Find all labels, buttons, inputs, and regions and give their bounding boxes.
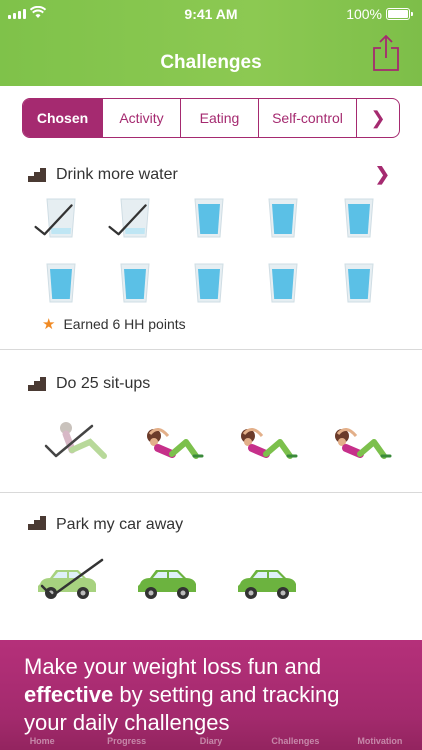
nav-home[interactable]: Home xyxy=(0,730,84,750)
page-title: Challenges xyxy=(160,52,262,73)
challenge-title[interactable]: Do 25 sit-ups xyxy=(56,375,150,393)
nav-diary[interactable]: Diary xyxy=(169,730,253,750)
car-icon[interactable] xyxy=(136,566,198,602)
water-glass[interactable] xyxy=(194,263,224,303)
chevron-right-icon[interactable]: ❯ xyxy=(375,164,390,185)
earned-points: ★ Earned 6 HH points xyxy=(42,315,186,333)
tab-self-control[interactable]: Self-control xyxy=(259,99,357,137)
nav-challenges[interactable]: Challenges xyxy=(253,730,337,750)
nav-progress[interactable]: Progress xyxy=(84,730,168,750)
water-glass-done[interactable] xyxy=(34,198,76,238)
challenge-title[interactable]: Drink more water xyxy=(56,166,178,184)
chevron-right-icon: ❯ xyxy=(370,107,386,128)
tab-eating[interactable]: Eating xyxy=(181,99,259,137)
sit-up-figure[interactable] xyxy=(236,420,304,464)
water-glass[interactable] xyxy=(120,263,150,303)
steps-icon xyxy=(28,377,46,391)
water-glass[interactable] xyxy=(344,198,374,238)
challenge-title[interactable]: Park my car away xyxy=(56,516,183,534)
tab-bar: Home Progress Diary Challenges Motivatio… xyxy=(0,730,422,750)
water-glass[interactable] xyxy=(194,198,224,238)
tabs-next-button[interactable]: ❯ xyxy=(357,99,399,137)
water-glass[interactable] xyxy=(344,263,374,303)
water-glass[interactable] xyxy=(46,263,76,303)
sit-up-figure[interactable] xyxy=(330,420,398,464)
steps-icon xyxy=(28,168,46,182)
earned-points-label: Earned 6 HH points xyxy=(63,316,186,332)
star-icon: ★ xyxy=(42,316,56,333)
sit-up-figure-done[interactable] xyxy=(44,420,114,464)
promo-text: Make your weight loss fun and effective … xyxy=(24,653,404,737)
status-bar: 9:41 AM 100% xyxy=(0,0,422,28)
promo-line-2-rest: by setting and tracking xyxy=(113,682,340,707)
nav-motivation[interactable]: Motivation xyxy=(338,730,422,750)
car-icon[interactable] xyxy=(236,566,298,602)
tab-activity[interactable]: Activity xyxy=(103,99,181,137)
tab-chosen[interactable]: Chosen xyxy=(23,99,103,137)
promo-line-1: Make your weight loss fun and xyxy=(24,654,322,679)
header-bar: 9:41 AM 100% Challenges xyxy=(0,0,422,86)
steps-icon xyxy=(28,516,46,530)
share-icon[interactable] xyxy=(372,34,400,72)
car-icon-done[interactable] xyxy=(36,558,104,602)
water-glass-done[interactable] xyxy=(108,198,150,238)
category-tabs: Chosen Activity Eating Self-control ❯ xyxy=(22,98,400,138)
water-glass[interactable] xyxy=(268,263,298,303)
battery-icon xyxy=(386,8,413,20)
battery-percent: 100% xyxy=(346,6,382,22)
promo-line-2: effective by setting and tracking xyxy=(24,681,404,709)
water-glass[interactable] xyxy=(268,198,298,238)
promo-bold-word: effective xyxy=(24,682,114,707)
sit-up-figure[interactable] xyxy=(142,420,210,464)
